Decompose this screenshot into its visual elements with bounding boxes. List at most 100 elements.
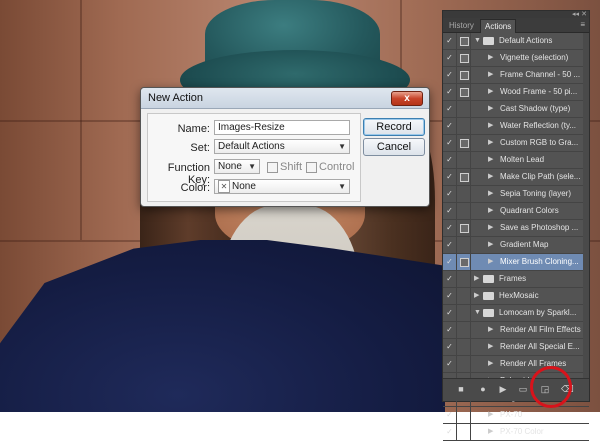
collapsed-triangle-icon[interactable]: ▶ — [488, 237, 493, 253]
action-row[interactable]: ✓ ▶ Save as Photoshop ... — [443, 220, 589, 237]
action-row[interactable]: ✓ ▶ PX-70 — [443, 407, 589, 424]
collapsed-triangle-icon[interactable]: ▶ — [488, 67, 493, 83]
action-row[interactable]: ✓ ▶ Frame Channel - 50 ... — [443, 67, 589, 84]
action-set-row[interactable]: ✓ ▼ Default Actions — [443, 33, 589, 50]
toggle-item-checkbox[interactable]: ✓ — [443, 356, 457, 372]
function-key-select[interactable]: None ▼ — [214, 159, 260, 174]
action-row[interactable]: ✓ ▶ Mixer Brush Cloning... — [443, 254, 589, 271]
collapsed-triangle-icon[interactable]: ▶ — [488, 135, 493, 151]
toggle-dialog-column[interactable] — [457, 254, 471, 270]
action-row[interactable]: ✓ ▶ PX-70 Color — [443, 424, 589, 441]
shift-checkbox[interactable] — [267, 162, 278, 173]
toggle-dialog-column[interactable] — [457, 424, 471, 440]
toggle-item-checkbox[interactable]: ✓ — [443, 50, 457, 66]
collapsed-triangle-icon[interactable]: ▶ — [488, 152, 493, 168]
action-row[interactable]: ✓ ▶ Quadrant Colors — [443, 203, 589, 220]
collapsed-triangle-icon[interactable]: ▶ — [488, 186, 493, 202]
toggle-dialog-column[interactable] — [457, 407, 471, 423]
toggle-dialog-column[interactable] — [457, 152, 471, 168]
scrollbar[interactable] — [583, 33, 589, 378]
collapsed-triangle-icon[interactable]: ▶ — [488, 84, 493, 100]
toggle-item-checkbox[interactable]: ✓ — [443, 169, 457, 185]
toggle-item-checkbox[interactable]: ✓ — [443, 288, 457, 304]
toggle-dialog-column[interactable] — [457, 84, 471, 100]
action-set-row[interactable]: ✓ ▼ Lomocam by Sparkl... — [443, 305, 589, 322]
toggle-dialog-column[interactable] — [457, 118, 471, 134]
collapsed-triangle-icon[interactable]: ▶ — [488, 356, 493, 372]
collapsed-triangle-icon[interactable]: ▶ — [488, 407, 493, 423]
action-row[interactable]: ✓ ▶ Render All Film Effects — [443, 322, 589, 339]
toggle-dialog-column[interactable] — [457, 322, 471, 338]
tab-actions[interactable]: Actions — [480, 19, 517, 33]
toggle-dialog-column[interactable] — [457, 288, 471, 304]
toggle-item-checkbox[interactable]: ✓ — [443, 203, 457, 219]
toggle-item-checkbox[interactable]: ✓ — [443, 152, 457, 168]
toggle-dialog-column[interactable] — [457, 135, 471, 151]
collapsed-triangle-icon[interactable]: ▶ — [488, 169, 493, 185]
close-button[interactable]: x — [391, 91, 423, 106]
toggle-dialog-column[interactable] — [457, 50, 471, 66]
toggle-item-checkbox[interactable]: ✓ — [443, 305, 457, 321]
action-row[interactable]: ✓ ▶ Vignette (selection) — [443, 50, 589, 67]
action-row[interactable]: ✓ ▶ Make Clip Path (sele... — [443, 169, 589, 186]
toggle-dialog-column[interactable] — [457, 271, 471, 287]
new-set-icon[interactable]: ▭ — [517, 383, 529, 395]
collapsed-triangle-icon[interactable]: ▶ — [474, 271, 479, 287]
panel-menu-icon[interactable]: ≡ — [580, 20, 585, 29]
toggle-dialog-column[interactable] — [457, 339, 471, 355]
action-set-row[interactable]: ✓ ▶ HexMosaic — [443, 288, 589, 305]
toggle-item-checkbox[interactable]: ✓ — [443, 254, 457, 270]
toggle-dialog-column[interactable] — [457, 33, 471, 49]
play-icon[interactable]: ▶ — [497, 383, 509, 395]
name-input[interactable]: Images-Resize — [214, 120, 350, 135]
collapsed-triangle-icon[interactable]: ▶ — [488, 50, 493, 66]
action-row[interactable]: ✓ ▶ Cast Shadow (type) — [443, 101, 589, 118]
toggle-dialog-column[interactable] — [457, 305, 471, 321]
toggle-item-checkbox[interactable]: ✓ — [443, 186, 457, 202]
set-select[interactable]: Default Actions ▼ — [214, 139, 350, 154]
control-checkbox[interactable] — [306, 162, 317, 173]
toggle-dialog-column[interactable] — [457, 220, 471, 236]
toggle-dialog-column[interactable] — [457, 67, 471, 83]
collapsed-triangle-icon[interactable]: ▶ — [488, 220, 493, 236]
dialog-titlebar[interactable]: New Action x — [141, 88, 429, 109]
collapsed-triangle-icon[interactable]: ▶ — [488, 203, 493, 219]
action-row[interactable]: ✓ ▶ Sepia Toning (layer) — [443, 186, 589, 203]
toggle-item-checkbox[interactable]: ✓ — [443, 118, 457, 134]
action-row[interactable]: ✓ ▶ Water Reflection (ty... — [443, 118, 589, 135]
expanded-triangle-icon[interactable]: ▼ — [474, 305, 481, 321]
toggle-item-checkbox[interactable]: ✓ — [443, 67, 457, 83]
stop-icon[interactable]: ■ — [455, 383, 467, 395]
collapsed-triangle-icon[interactable]: ▶ — [488, 424, 493, 440]
toggle-dialog-column[interactable] — [457, 101, 471, 117]
toggle-item-checkbox[interactable]: ✓ — [443, 220, 457, 236]
collapsed-triangle-icon[interactable]: ▶ — [488, 118, 493, 134]
cancel-button[interactable]: Cancel — [363, 138, 425, 156]
action-row[interactable]: ✓ ▶ Gradient Map — [443, 237, 589, 254]
record-icon[interactable]: ● — [477, 383, 489, 395]
toggle-item-checkbox[interactable]: ✓ — [443, 84, 457, 100]
tab-history[interactable]: History — [445, 19, 478, 32]
toggle-dialog-column[interactable] — [457, 356, 471, 372]
toggle-item-checkbox[interactable]: ✓ — [443, 424, 457, 440]
toggle-item-checkbox[interactable]: ✓ — [443, 271, 457, 287]
toggle-item-checkbox[interactable]: ✓ — [443, 407, 457, 423]
action-row[interactable]: ✓ ▶ Render All Frames — [443, 356, 589, 373]
collapsed-triangle-icon[interactable]: ▶ — [488, 101, 493, 117]
record-button[interactable]: Record — [363, 118, 425, 136]
expanded-triangle-icon[interactable]: ▼ — [474, 33, 481, 49]
toggle-item-checkbox[interactable]: ✓ — [443, 101, 457, 117]
collapsed-triangle-icon[interactable]: ▶ — [488, 254, 493, 270]
toggle-dialog-column[interactable] — [457, 169, 471, 185]
collapse-icon[interactable]: ◂◂ — [572, 10, 579, 18]
collapsed-triangle-icon[interactable]: ▶ — [488, 322, 493, 338]
toggle-item-checkbox[interactable]: ✓ — [443, 33, 457, 49]
action-row[interactable]: ✓ ▶ Custom RGB to Gra... — [443, 135, 589, 152]
toggle-item-checkbox[interactable]: ✓ — [443, 135, 457, 151]
toggle-dialog-column[interactable] — [457, 186, 471, 202]
toggle-item-checkbox[interactable]: ✓ — [443, 322, 457, 338]
collapsed-triangle-icon[interactable]: ▶ — [474, 288, 479, 304]
toggle-item-checkbox[interactable]: ✓ — [443, 339, 457, 355]
action-row[interactable]: ✓ ▶ Molten Lead — [443, 152, 589, 169]
action-row[interactable]: ✓ ▶ Render All Special E... — [443, 339, 589, 356]
